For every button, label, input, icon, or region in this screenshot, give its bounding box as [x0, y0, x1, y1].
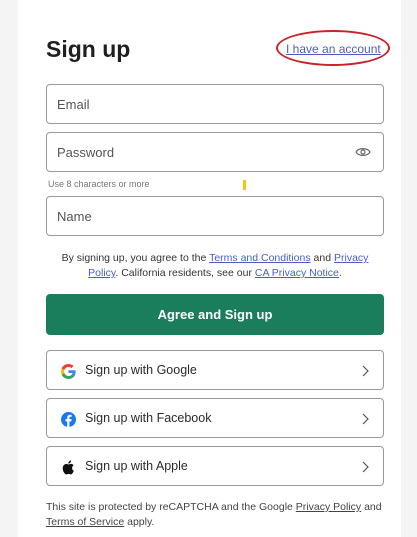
cursor-marker [243, 180, 246, 190]
password-field[interactable] [47, 133, 327, 171]
facebook-signup-label: Sign up with Facebook [85, 411, 212, 425]
terms-of-service-link[interactable]: Terms of Service [46, 516, 124, 528]
google-signup-label: Sign up with Google [85, 363, 197, 377]
facebook-icon [60, 411, 76, 427]
have-account-link[interactable]: I have an account [286, 42, 381, 56]
terms-prefix: By signing up, you agree to the [61, 252, 210, 264]
chevron-right-icon [362, 365, 369, 377]
google-signup-button[interactable]: Sign up with Google [46, 350, 384, 390]
email-field-container [46, 84, 384, 124]
password-hint: Use 8 characters or more [48, 179, 150, 189]
apple-icon [60, 459, 76, 475]
google-icon [60, 363, 76, 379]
signup-card: Sign up I have an account Use 8 characte… [18, 0, 401, 537]
recaptcha-prefix: This site is protected by reCAPTCHA and … [46, 501, 296, 513]
facebook-signup-button[interactable]: Sign up with Facebook [46, 398, 384, 438]
recaptcha-notice: This site is protected by reCAPTCHA and … [46, 500, 384, 530]
email-field[interactable] [47, 85, 327, 123]
terms-and: and [310, 252, 334, 264]
terms-suffix: . [338, 267, 342, 279]
recaptcha-suffix: apply. [124, 516, 155, 528]
apple-signup-button[interactable]: Sign up with Apple [46, 446, 384, 486]
terms-link[interactable]: Terms and Conditions [209, 252, 311, 264]
apple-signup-label: Sign up with Apple [85, 459, 188, 473]
chevron-right-icon [362, 461, 369, 473]
terms-middle: . California residents, see our [115, 267, 255, 279]
chevron-right-icon [362, 413, 369, 425]
ca-privacy-link[interactable]: CA Privacy Notice [255, 267, 339, 279]
agree-signup-button[interactable]: Agree and Sign up [46, 294, 384, 335]
password-field-container [46, 132, 384, 172]
page-title: Sign up [46, 36, 131, 62]
eye-icon[interactable] [355, 146, 371, 158]
google-privacy-link[interactable]: Privacy Policy [296, 501, 361, 513]
name-field-container [46, 196, 384, 236]
recaptcha-and: and [361, 501, 382, 513]
name-field[interactable] [47, 197, 327, 235]
terms-text: By signing up, you agree to the Terms an… [46, 251, 384, 281]
